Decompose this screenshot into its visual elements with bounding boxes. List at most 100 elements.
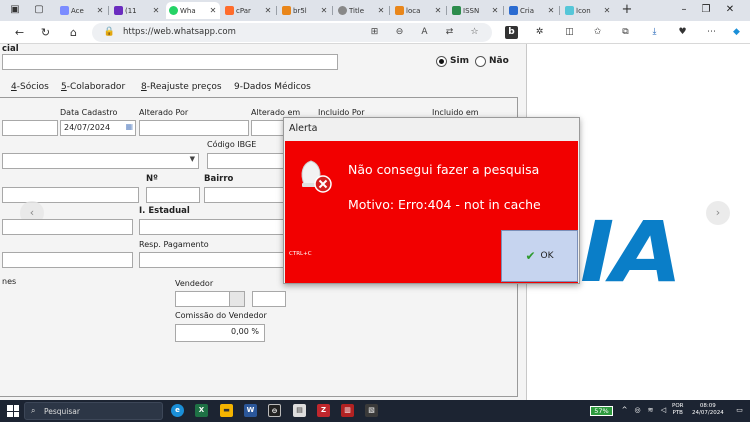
calendar-icon[interactable]: ▦: [125, 122, 133, 131]
copilot-icon[interactable]: ◆: [730, 26, 743, 39]
tray-expand-icon[interactable]: ^: [620, 406, 629, 415]
alterado-por-field[interactable]: [139, 120, 249, 136]
extensions-puzzle-icon[interactable]: ✲: [533, 26, 546, 39]
downloads-icon[interactable]: ⤓: [648, 26, 661, 39]
section-label: cial: [2, 44, 19, 54]
radio-nao-label: Não: [489, 56, 509, 66]
codigo-ibge-field[interactable]: [207, 153, 285, 169]
windows-start-icon[interactable]: [7, 405, 19, 417]
close-window-button[interactable]: ✕: [722, 2, 738, 18]
contato-field[interactable]: [2, 252, 133, 268]
tab-close-icon[interactable]: ✕: [320, 6, 328, 15]
tab-close-icon[interactable]: ✕: [547, 6, 555, 15]
vendedor-code-field[interactable]: [175, 291, 230, 307]
tab-label: (11: [125, 6, 137, 15]
tab-close-icon[interactable]: ✕: [152, 6, 160, 15]
extension-b-icon[interactable]: b: [505, 26, 518, 39]
notifications-icon[interactable]: ▭: [735, 406, 744, 415]
split-screen-icon[interactable]: ◫: [563, 26, 576, 39]
top-text-field[interactable]: [2, 54, 338, 70]
url-text[interactable]: https://web.whatsapp.com: [123, 27, 236, 37]
cnpj-field[interactable]: [2, 219, 133, 235]
search-placeholder: Pesquisar: [44, 407, 80, 416]
home-icon[interactable]: ⌂: [66, 25, 81, 40]
tab-dados-medicos[interactable]: 9-Dados Médicos: [234, 82, 311, 92]
vendedor-lookup-button[interactable]: [229, 291, 245, 307]
app-tool-icon[interactable]: ▧: [365, 404, 378, 417]
browser-tab-3[interactable]: cPar ✕: [222, 2, 275, 19]
app-circle-icon[interactable]: ⊖: [268, 404, 281, 417]
tab-favicon: [452, 6, 461, 15]
ok-button[interactable]: ✔ OK: [501, 230, 578, 282]
tab-reajuste-precos[interactable]: 8-Reajuste preços: [141, 82, 222, 92]
volume-icon[interactable]: ◁: [659, 406, 668, 415]
browser-tab-1[interactable]: (11 ✕: [111, 2, 163, 19]
browser-tab-7[interactable]: ISSN ✕: [449, 2, 502, 19]
word-app-icon[interactable]: W: [244, 404, 257, 417]
tab-colaborador[interactable]: 5-Colaborador: [61, 82, 125, 92]
browser-tab-5[interactable]: Title ✕: [335, 2, 388, 19]
vendedor-name-field[interactable]: [252, 291, 286, 307]
browser-tab-9[interactable]: Ícon ✕: [562, 2, 614, 19]
radio-nao[interactable]: [475, 56, 486, 67]
performance-icon[interactable]: ♥: [676, 26, 689, 39]
tab-favicon: [60, 6, 69, 15]
read-aloud-icon[interactable]: A: [418, 26, 431, 39]
favorite-star-icon[interactable]: ☆: [468, 26, 481, 39]
battery-indicator[interactable]: 57%: [590, 406, 613, 416]
tab-socios[interactable]: 4-Sócios: [11, 82, 49, 92]
app-install-icon[interactable]: ⊞: [368, 26, 381, 39]
more-menu-icon[interactable]: ⋯: [705, 26, 718, 39]
excel-app-icon[interactable]: X: [195, 404, 208, 417]
new-tab-icon[interactable]: +: [620, 3, 634, 17]
back-arrow-icon[interactable]: ←: [12, 25, 27, 40]
maximize-button[interactable]: ❐: [698, 2, 714, 18]
browser-tab-6[interactable]: loca ✕: [392, 2, 445, 19]
tray-sync-icon[interactable]: ◎: [633, 406, 642, 415]
tab-actions-icon[interactable]: ▢: [32, 3, 46, 17]
filezilla-app-icon[interactable]: Z: [317, 404, 330, 417]
wifi-icon[interactable]: ≋: [646, 406, 655, 415]
address-bar[interactable]: 🔒 https://web.whatsapp.com ⊞ ⊖ A ⇄ ☆: [92, 23, 492, 42]
browser-tab-8[interactable]: Cria ✕: [506, 2, 558, 19]
zoom-icon[interactable]: ⊖: [393, 26, 406, 39]
tab-close-icon[interactable]: ✕: [434, 6, 442, 15]
tab-close-icon[interactable]: ✕: [603, 6, 611, 15]
endereco-field[interactable]: [2, 187, 139, 203]
carousel-next-icon[interactable]: ›: [706, 201, 730, 225]
numero-field[interactable]: [146, 187, 200, 203]
taskbar-search-box[interactable]: ⌕ Pesquisar: [24, 402, 163, 420]
taskbar-clock[interactable]: 08:09 24/07/2024: [692, 403, 724, 417]
dropdown-arrow-icon[interactable]: ▼: [190, 155, 195, 163]
alterado-em-field[interactable]: [251, 120, 285, 136]
tab-close-icon[interactable]: ✕: [96, 6, 104, 15]
estadual-field[interactable]: [139, 219, 284, 235]
tab-close-icon[interactable]: ✕: [264, 6, 272, 15]
browser-tab-4[interactable]: br5l ✕: [279, 2, 331, 19]
language-indicator[interactable]: POR PTB: [672, 403, 683, 417]
browser-toolbar: ← ↻ ⌂ 🔒 https://web.whatsapp.com ⊞ ⊖ A ⇄…: [0, 21, 750, 44]
file-explorer-icon[interactable]: ▬: [220, 404, 233, 417]
city-dropdown[interactable]: ▼: [2, 153, 199, 169]
browser-tab-0[interactable]: Ace ✕: [57, 2, 107, 19]
app-red-icon[interactable]: ▥: [341, 404, 354, 417]
bairro-field[interactable]: [204, 187, 284, 203]
tab-close-icon[interactable]: ✕: [209, 6, 217, 15]
profile-icon[interactable]: ▣: [8, 3, 22, 17]
radio-sim[interactable]: [436, 56, 447, 67]
reload-icon[interactable]: ↻: [38, 25, 53, 40]
tab-close-icon[interactable]: ✕: [491, 6, 499, 15]
tab-close-icon[interactable]: ✕: [377, 6, 385, 15]
field-left-row1[interactable]: [2, 120, 58, 136]
lock-icon[interactable]: 🔒: [103, 26, 116, 39]
comissao-vendedor-field[interactable]: 0,00 %: [175, 324, 265, 342]
minimize-button[interactable]: –: [676, 2, 692, 18]
data-cadastro-field[interactable]: 24/07/2024 ▦: [60, 120, 136, 136]
collections-icon[interactable]: ⧉: [619, 26, 632, 39]
translate-icon[interactable]: ⇄: [443, 26, 456, 39]
app-window-icon[interactable]: ▤: [293, 404, 306, 417]
favorites-icon[interactable]: ✩: [591, 26, 604, 39]
browser-tab-2-active[interactable]: Wha ✕: [166, 2, 220, 19]
resp-pagamento-field[interactable]: [139, 252, 284, 268]
edge-app-icon[interactable]: e: [171, 404, 184, 417]
